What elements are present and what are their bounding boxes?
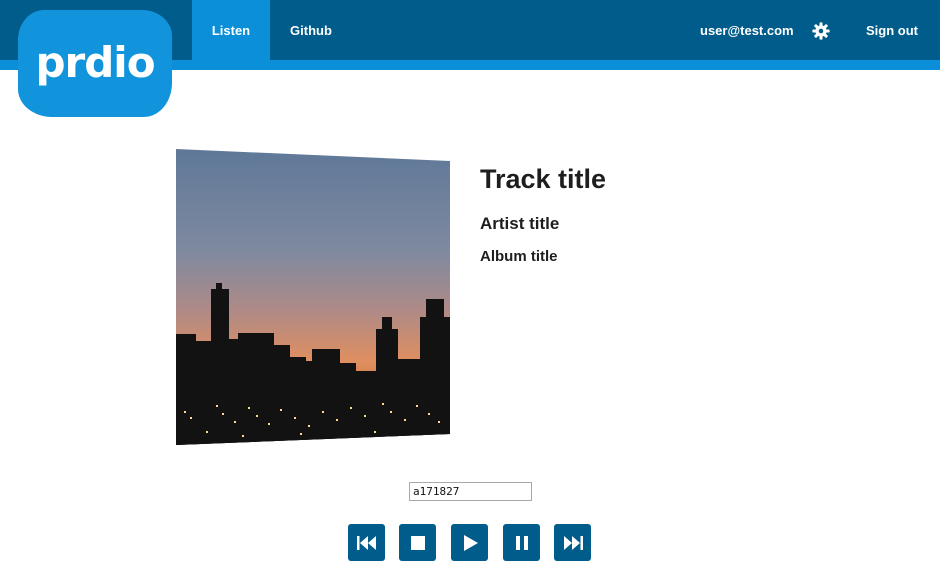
play-button[interactable] <box>451 524 488 561</box>
next-button[interactable] <box>554 524 591 561</box>
track-id-input[interactable] <box>409 482 532 501</box>
stop-button[interactable] <box>399 524 436 561</box>
user-email-link[interactable]: user@test.com <box>700 0 794 60</box>
previous-icon <box>356 535 376 550</box>
pause-icon <box>515 535 528 550</box>
track-title: Track title <box>480 164 607 194</box>
play-icon <box>463 534 478 551</box>
nav-listen[interactable]: Listen <box>192 0 270 60</box>
brand-logo[interactable]: prdio <box>18 10 172 117</box>
nav-github[interactable]: Github <box>276 0 346 60</box>
gear-icon[interactable] <box>812 22 830 40</box>
artist-title: Artist title <box>480 214 560 233</box>
previous-button[interactable] <box>348 524 385 561</box>
signout-link[interactable]: Sign out <box>866 0 918 60</box>
stop-icon <box>410 535 425 550</box>
album-art <box>176 149 450 445</box>
album-title: Album title <box>480 248 558 265</box>
logo-text: prdio <box>35 38 155 87</box>
next-icon <box>563 535 583 550</box>
pause-button[interactable] <box>503 524 540 561</box>
